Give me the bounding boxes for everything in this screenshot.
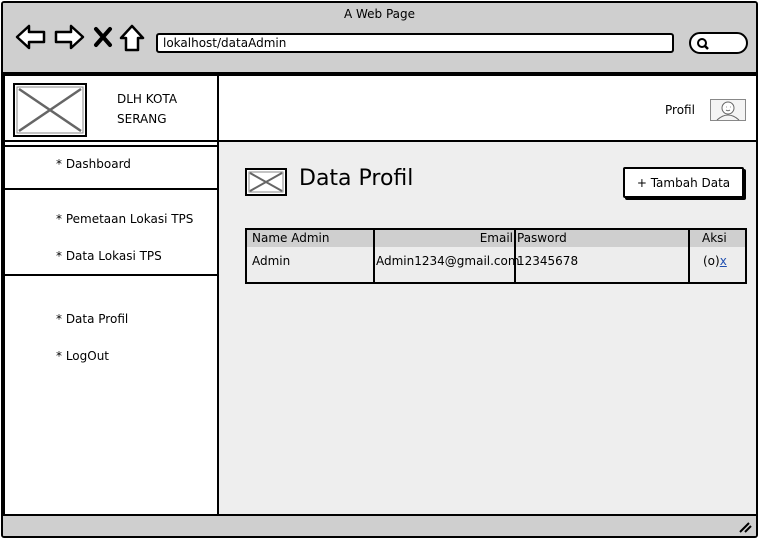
- home-icon[interactable]: [119, 24, 145, 52]
- brand-line-2: SERANG: [117, 112, 167, 126]
- column-header-name-admin: Name Admin: [252, 231, 330, 245]
- browser-window: A Web Page lokalhost/dataAdmin DLH KOTA …: [1, 1, 758, 538]
- column-header-aksi: Aksi: [702, 231, 727, 245]
- column-divider: [373, 230, 375, 282]
- sidebar-item-data-profil[interactable]: * Data Profil: [56, 312, 128, 326]
- column-divider: [688, 230, 690, 282]
- cell-password: 12345678: [517, 254, 579, 268]
- url-input[interactable]: lokalhost/dataAdmin: [156, 33, 674, 53]
- forward-arrow-icon[interactable]: [53, 24, 85, 50]
- page-title: Data Profil: [299, 166, 414, 191]
- user-avatar-icon[interactable]: [710, 99, 746, 121]
- window-title: A Web Page: [343, 7, 416, 21]
- admin-table: Name Admin Email Pasword Aksi Admin Admi…: [245, 228, 747, 284]
- column-header-password: Pasword: [517, 231, 567, 245]
- menu-group-dashboard: * Dashboard: [3, 145, 219, 190]
- delete-action-link[interactable]: x: [720, 254, 727, 268]
- browser-search-field[interactable]: [689, 32, 748, 54]
- browser-chrome: A Web Page lokalhost/dataAdmin: [3, 3, 756, 74]
- sidebar-item-logout[interactable]: * LogOut: [56, 349, 109, 363]
- search-icon: [697, 38, 709, 50]
- profile-link[interactable]: Profil: [665, 103, 695, 117]
- sidebar-item-pemetaan-lokasi-tps[interactable]: * Pemetaan Lokasi TPS: [56, 212, 193, 226]
- logo-image-placeholder: [13, 83, 87, 137]
- brand-panel: DLH KOTA SERANG: [3, 74, 219, 142]
- menu-group-tps: * Pemetaan Lokasi TPS * Data Lokasi TPS: [3, 188, 219, 276]
- page-image-icon: [245, 168, 287, 196]
- close-icon[interactable]: [93, 26, 113, 48]
- cell-email: Admin1234@gmail.com: [376, 254, 520, 268]
- status-bar: [3, 514, 756, 536]
- back-arrow-icon[interactable]: [15, 24, 47, 50]
- resize-grip-icon[interactable]: [738, 521, 752, 533]
- sidebar-item-data-lokasi-tps[interactable]: * Data Lokasi TPS: [56, 249, 162, 263]
- brand-line-1: DLH KOTA: [117, 92, 178, 106]
- cell-name-admin: Admin: [252, 254, 291, 268]
- add-data-button[interactable]: + Tambah Data: [623, 167, 744, 198]
- sidebar: * Dashboard * Pemetaan Lokasi TPS * Data…: [3, 142, 219, 518]
- view-action-link[interactable]: (o): [703, 254, 720, 268]
- column-header-email: Email: [479, 231, 513, 245]
- top-bar: Profil: [219, 74, 756, 142]
- sidebar-item-dashboard[interactable]: * Dashboard: [56, 157, 131, 171]
- brand-name: DLH KOTA SERANG: [117, 89, 177, 129]
- cell-actions: (o)x: [703, 254, 727, 268]
